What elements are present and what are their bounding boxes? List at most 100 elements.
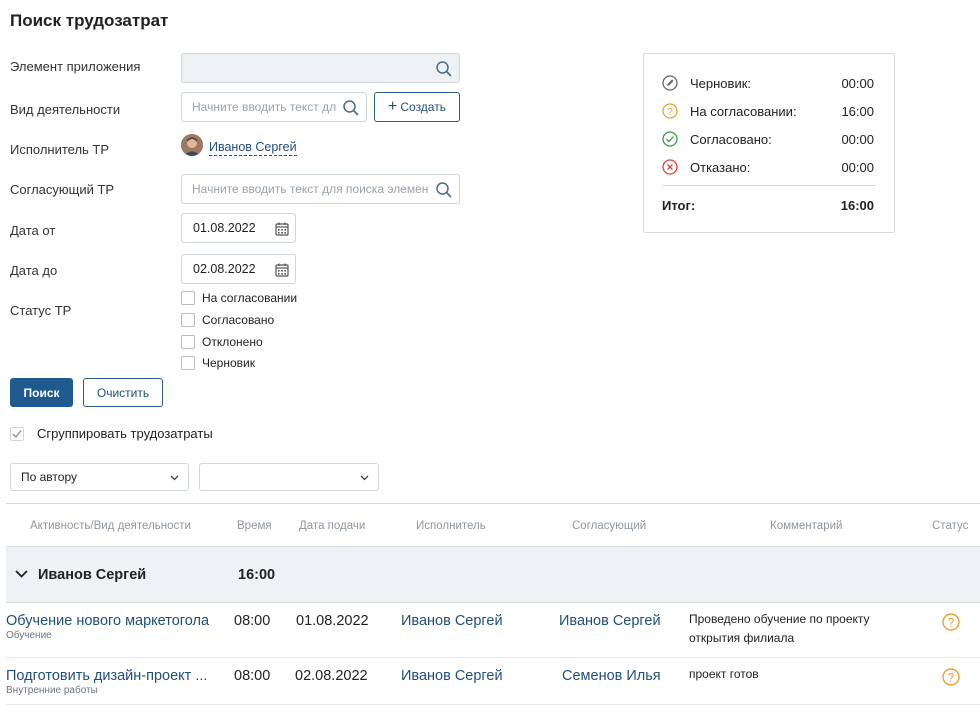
clear-button[interactable]: Очистить: [83, 378, 163, 407]
date-to-label: Дата до: [10, 263, 58, 278]
chevron-down-icon[interactable]: [15, 569, 28, 579]
status-option-label: Отклонено: [202, 335, 263, 349]
summary-label: Черновик:: [690, 75, 752, 91]
group-by-select[interactable]: По автору: [10, 463, 189, 491]
approver-label: Согласующий ТР: [10, 182, 115, 197]
column-header-date[interactable]: Дата подачи: [299, 520, 365, 532]
search-button-label: Поиск: [23, 385, 60, 400]
create-button-label: Создать: [400, 100, 446, 114]
column-header-comment[interactable]: Комментарий: [770, 520, 842, 532]
checkbox[interactable]: [181, 335, 195, 349]
approver-field[interactable]: [181, 174, 460, 204]
group-name: Иванов Сергей: [38, 567, 147, 583]
summary-value: 16:00: [841, 103, 874, 119]
activity-type-field[interactable]: [181, 92, 367, 122]
executor-user-link[interactable]: Иванов Сергей: [209, 139, 297, 156]
activity-type: Внутренние работы: [6, 685, 98, 696]
executor-label: Исполнитель ТР: [10, 142, 110, 157]
row-executor-link[interactable]: Иванов Сергей: [401, 668, 503, 684]
table-row[interactable]: Подготовить дизайн-проект ... Внутренние…: [6, 658, 980, 705]
row-executor-link[interactable]: Иванов Сергей: [401, 613, 503, 629]
group-by-value: По автору: [21, 470, 77, 484]
checkmark-icon[interactable]: [10, 426, 24, 441]
status-option-label: Черновик: [202, 356, 255, 370]
column-header-approver[interactable]: Согласующий: [572, 520, 646, 532]
plus-icon: +: [388, 98, 398, 115]
date-from-field[interactable]: [181, 213, 296, 243]
summary-label: На согласовании:: [690, 103, 797, 119]
calendar-icon[interactable]: [275, 263, 289, 277]
checkbox[interactable]: [181, 291, 195, 305]
activity-type-label: Вид деятельности: [10, 102, 121, 117]
svg-text:?: ?: [948, 618, 954, 630]
summary-row-draft: Черновик: 00:00: [662, 73, 876, 93]
search-icon[interactable]: [435, 181, 453, 199]
summary-divider: [662, 185, 876, 186]
summary-label: Отказано:: [690, 159, 751, 175]
table-row[interactable]: Обучение нового маркетогола Обучение 08:…: [6, 603, 980, 658]
row-approver-link[interactable]: Семенов Илья: [562, 668, 661, 684]
rejected-icon: [662, 159, 678, 175]
status-option-approved[interactable]: Согласовано: [181, 313, 274, 327]
row-comment-line: открытия филиала: [689, 631, 795, 645]
svg-text:?: ?: [667, 107, 673, 118]
search-button[interactable]: Поиск: [10, 378, 73, 407]
status-option-label: На согласовании: [202, 291, 298, 305]
summary-card: Черновик: 00:00 ? На согласовании: 16:00…: [643, 53, 895, 233]
table-header: Активность/Вид деятельности Время Дата п…: [6, 503, 980, 547]
status-label: Статус ТР: [10, 303, 72, 318]
svg-text:?: ?: [948, 673, 954, 685]
executor-user-name[interactable]: Иванов Сергей: [209, 140, 297, 156]
app-element-field[interactable]: [181, 53, 460, 83]
group-time: 16:00: [238, 567, 276, 583]
group-toggle[interactable]: Сгруппировать трудозатраты: [10, 426, 213, 441]
row-approver-link[interactable]: Иванов Сергей: [559, 613, 661, 629]
approver-input[interactable]: [182, 175, 459, 203]
user-photo-icon: [181, 134, 203, 156]
row-date: 02.08.2022: [295, 668, 368, 684]
summary-total-label: Итог:: [662, 197, 696, 213]
page-title: Поиск трудозатрат: [10, 11, 169, 30]
row-comment: проект готов: [689, 665, 759, 684]
column-header-executor[interactable]: Исполнитель: [416, 520, 486, 532]
date-from-label: Дата от: [10, 223, 56, 238]
search-icon[interactable]: [342, 99, 360, 117]
app-element-input[interactable]: [182, 54, 459, 82]
checkbox[interactable]: [181, 356, 195, 370]
status-option-draft[interactable]: Черновик: [181, 356, 255, 370]
summary-total: Итог: 16:00: [662, 195, 876, 215]
checkbox[interactable]: [181, 313, 195, 327]
chevron-down-icon: [360, 475, 369, 481]
summary-row-approved: Согласовано: 00:00: [662, 129, 876, 149]
activity-link[interactable]: Обучение нового маркетогола: [6, 613, 209, 629]
approved-icon: [662, 131, 678, 147]
chevron-down-icon: [170, 475, 179, 481]
status-option-pending[interactable]: На согласовании: [181, 291, 297, 305]
clear-button-label: Очистить: [96, 385, 150, 400]
row-time: 08:00: [234, 613, 271, 629]
status-option-rejected[interactable]: Отклонено: [181, 335, 263, 349]
summary-value: 00:00: [841, 159, 874, 175]
calendar-icon[interactable]: [275, 222, 289, 236]
summary-row-pending: ? На согласовании: 16:00: [662, 101, 876, 121]
activity-type-input[interactable]: [182, 93, 366, 121]
date-to-field[interactable]: [181, 254, 296, 284]
row-comment-line: проект готов: [689, 667, 759, 681]
create-button[interactable]: + Создать: [374, 92, 460, 122]
status-option-label: Согласовано: [202, 313, 275, 327]
summary-label: Согласовано:: [690, 131, 772, 147]
column-header-activity[interactable]: Активность/Вид деятельности: [30, 520, 191, 532]
pending-icon: ?: [942, 613, 960, 631]
summary-row-rejected: Отказано: 00:00: [662, 157, 876, 177]
search-icon[interactable]: [435, 60, 453, 78]
group-toggle-label: Сгруппировать трудозатраты: [37, 426, 213, 441]
column-header-time[interactable]: Время: [237, 520, 272, 532]
activity-link[interactable]: Подготовить дизайн-проект ...: [6, 668, 207, 684]
row-time: 08:00: [234, 668, 271, 684]
activity-type: Обучение: [6, 630, 52, 641]
row-comment-line: Проведено обучение по проекту: [689, 612, 870, 626]
summary-value: 00:00: [841, 131, 874, 147]
group-by-secondary-select[interactable]: [199, 463, 379, 491]
group-row[interactable]: Иванов Сергей 16:00: [6, 547, 980, 603]
column-header-status[interactable]: Статус: [932, 520, 968, 532]
